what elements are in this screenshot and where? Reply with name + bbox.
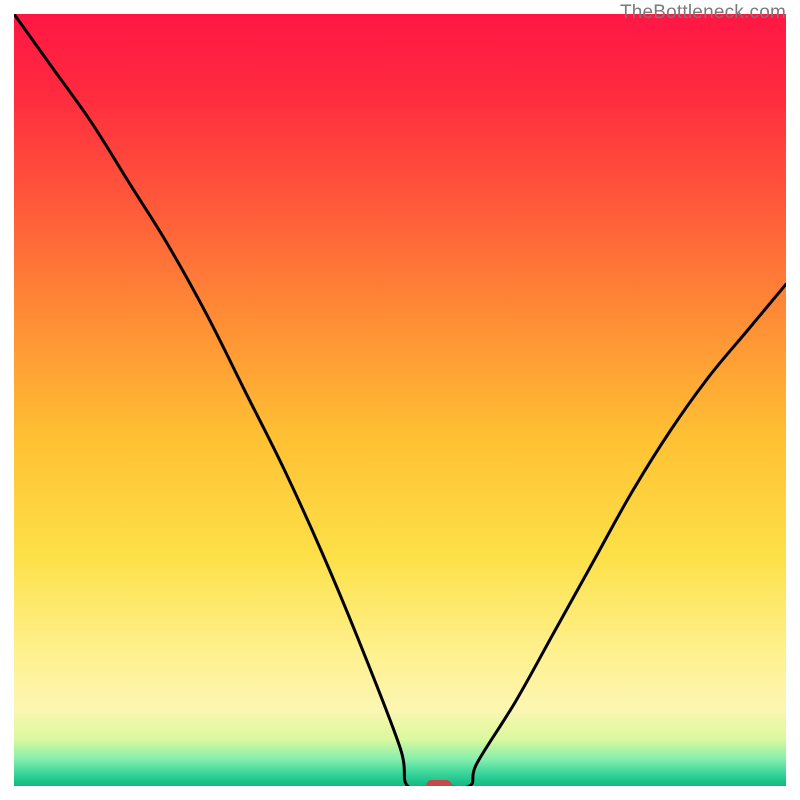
watermark-label: TheBottleneck.com	[620, 2, 786, 24]
bottleneck-curve	[14, 14, 786, 786]
optimal-point-marker	[426, 780, 452, 786]
chart-container: TheBottleneck.com	[0, 0, 800, 800]
plot-area	[14, 14, 786, 786]
